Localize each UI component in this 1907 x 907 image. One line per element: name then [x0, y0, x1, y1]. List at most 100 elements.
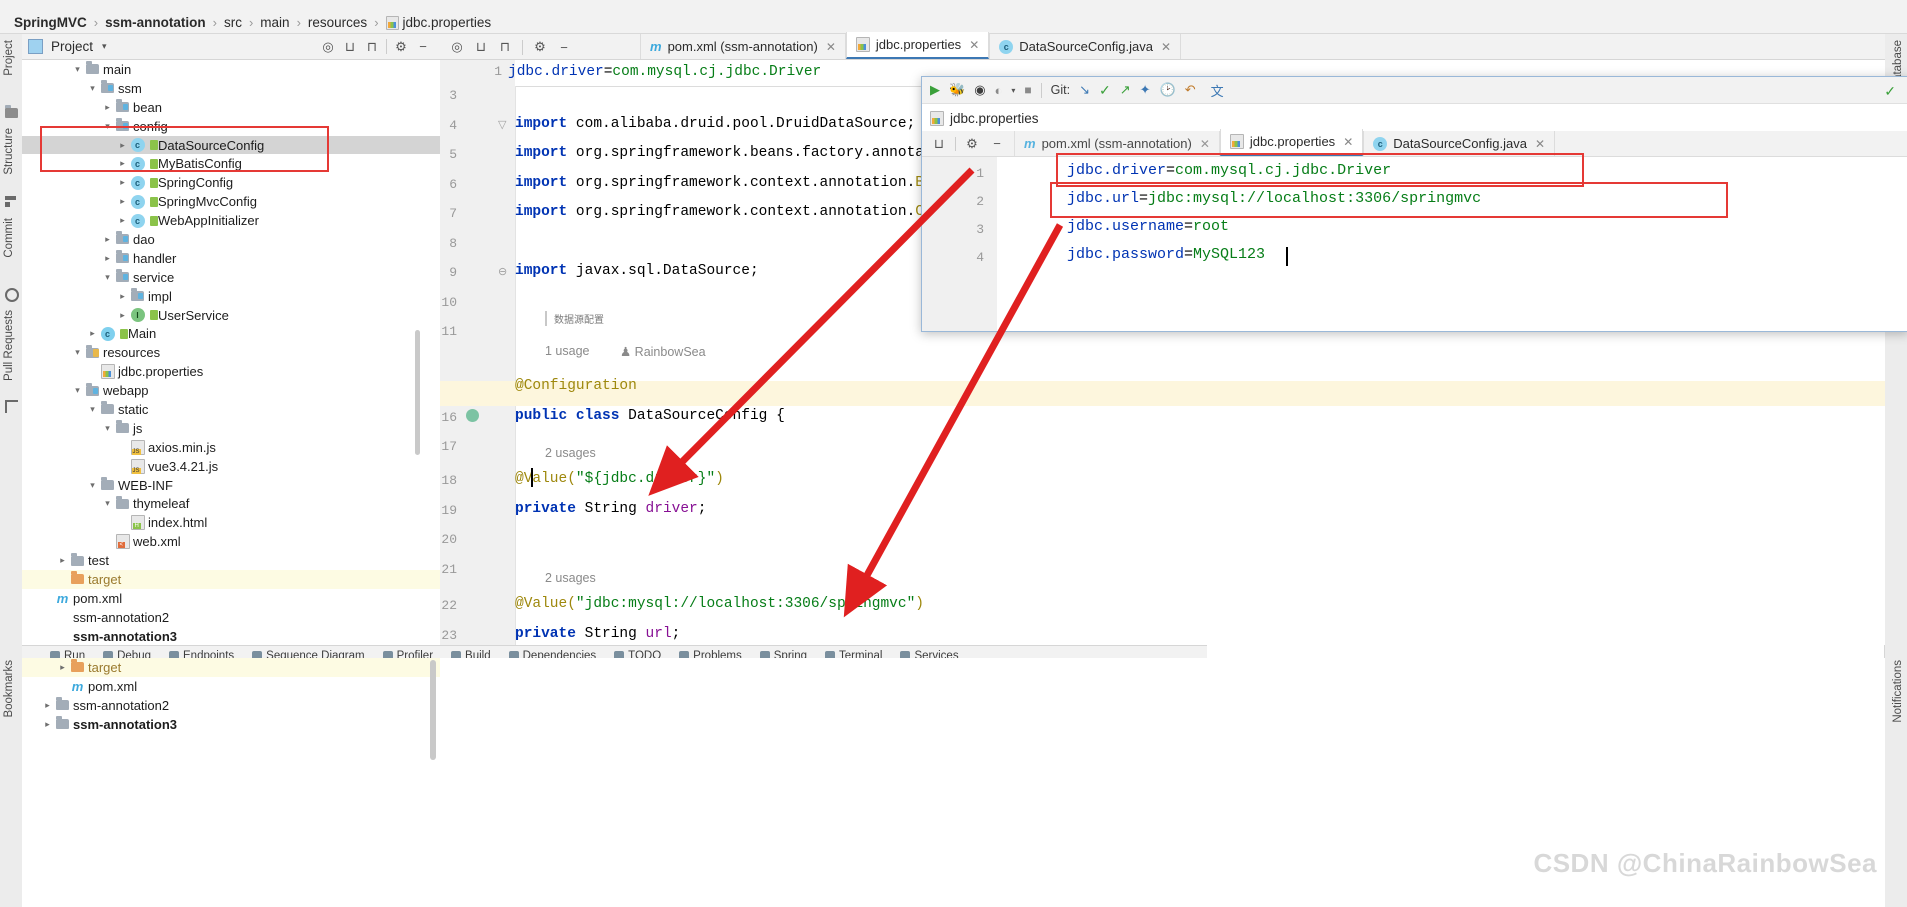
- breadcrumb-item-4[interactable]: resources: [308, 15, 367, 30]
- chevron-right-icon[interactable]: ▸: [56, 662, 69, 673]
- breadcrumb-item-1[interactable]: ssm-annotation: [105, 15, 206, 30]
- usage-count-driver[interactable]: 2 usages: [545, 446, 596, 460]
- chevron-down-icon[interactable]: ▾: [101, 498, 114, 509]
- editor-expand-icon[interactable]: ⊔: [470, 36, 492, 58]
- tree-row-pom-xml[interactable]: mpom.xml: [22, 677, 440, 696]
- chevron-down-icon[interactable]: ▾: [71, 385, 84, 396]
- editor-tab-jdbc-properties[interactable]: jdbc.properties ✕: [846, 32, 989, 59]
- rail-item-project[interactable]: Project: [3, 40, 15, 76]
- tree-row-webapp[interactable]: ▾webapp: [22, 381, 440, 400]
- collapse-all-icon[interactable]: ⊓: [361, 36, 383, 58]
- editor-tab-pom-xml[interactable]: m pom.xml (ssm-annotation) ✕: [640, 34, 846, 59]
- tree-row-js[interactable]: ▾js: [22, 419, 440, 438]
- tree-row-ssm-annotation2[interactable]: ssm-annotation2: [22, 608, 440, 627]
- tree-row-target[interactable]: target: [22, 570, 440, 589]
- editor-tab-datasourceconfig-java[interactable]: c DataSourceConfig.java ✕: [989, 34, 1181, 59]
- commit-icon[interactable]: ✓: [1099, 82, 1111, 99]
- hide-icon[interactable]: −: [412, 36, 434, 58]
- close-icon[interactable]: ✕: [826, 40, 836, 54]
- tree-row-springconfig[interactable]: ▸cSpringConfig: [22, 173, 440, 192]
- tree-row-index-html[interactable]: index.html: [22, 513, 440, 532]
- spring-bean-gutter-icon[interactable]: [466, 409, 479, 422]
- tree-row-axios-min-js[interactable]: axios.min.js: [22, 438, 440, 457]
- chevron-down-icon[interactable]: ▾: [102, 41, 107, 52]
- chevron-right-icon[interactable]: ▸: [101, 102, 114, 113]
- rail-item-notifications[interactable]: Notifications: [1892, 660, 1904, 723]
- secondary-project-tree[interactable]: ▸targetmpom.xml▸ssm-annotation2▸ssm-anno…: [22, 658, 441, 907]
- tree-row-dao[interactable]: ▸dao: [22, 230, 440, 249]
- code-fold-icon[interactable]: ⊖: [498, 265, 507, 278]
- push-icon[interactable]: ↗: [1120, 82, 1131, 98]
- tree-row-springmvcconfig[interactable]: ▸cSpringMvcConfig: [22, 192, 440, 211]
- profile-icon[interactable]: ◐: [995, 83, 1003, 98]
- tree-row-target[interactable]: ▸target: [22, 658, 440, 677]
- breadcrumb-item-5[interactable]: jdbc.properties: [403, 15, 492, 30]
- chevron-right-icon[interactable]: ▸: [101, 253, 114, 264]
- editor-collapse-icon[interactable]: ⊓: [494, 36, 516, 58]
- history-icon[interactable]: 🕑: [1160, 82, 1176, 98]
- collapse-icon[interactable]: ⊔: [928, 133, 950, 155]
- tree-row-impl[interactable]: ▸impl: [22, 287, 440, 306]
- rail-item-bookmarks[interactable]: Bookmarks: [3, 660, 15, 718]
- secondary-tree-scrollbar[interactable]: [430, 660, 436, 760]
- close-icon[interactable]: ✕: [969, 38, 979, 52]
- chevron-right-icon[interactable]: ▸: [41, 719, 54, 730]
- tree-row-thymeleaf[interactable]: ▾thymeleaf: [22, 494, 440, 513]
- chevron-down-icon[interactable]: ▾: [71, 64, 84, 75]
- editor-gutter[interactable]: 34▽56789⊖1011151617181920212223: [440, 86, 516, 645]
- tree-row-vue3-4-21-js[interactable]: vue3.4.21.js: [22, 457, 440, 476]
- stop-icon[interactable]: ■: [1024, 83, 1031, 97]
- tree-row-jdbc-properties[interactable]: jdbc.properties: [22, 362, 440, 381]
- chevron-down-icon[interactable]: ▾: [101, 423, 114, 434]
- tree-row-pom-xml[interactable]: mpom.xml: [22, 589, 440, 608]
- tree-row-ssm[interactable]: ▾ssm: [22, 79, 440, 98]
- code-author-inlay[interactable]: ♟ RainbowSea: [620, 344, 706, 359]
- rollback-icon[interactable]: ↶: [1185, 82, 1196, 98]
- branch-icon[interactable]: ✦: [1140, 82, 1151, 98]
- tree-row-userservice[interactable]: ▸IUserService: [22, 306, 440, 325]
- tree-row-ssm-annotation3[interactable]: ssm-annotation3: [22, 627, 440, 645]
- chevron-down-icon[interactable]: ▾: [86, 404, 99, 415]
- gear-icon[interactable]: ⚙: [961, 133, 983, 155]
- chevron-right-icon[interactable]: ▸: [41, 700, 54, 711]
- close-icon[interactable]: ✕: [1535, 137, 1545, 151]
- breadcrumb-item-0[interactable]: SpringMVC: [14, 15, 87, 30]
- tree-row-bean[interactable]: ▸bean: [22, 98, 440, 117]
- chevron-down-icon[interactable]: ▾: [101, 272, 114, 283]
- chevron-right-icon[interactable]: ▸: [116, 310, 129, 321]
- tree-row-main[interactable]: ▸cMain: [22, 324, 440, 343]
- usage-count-class[interactable]: 1 usage: [545, 344, 589, 358]
- tree-row-resources[interactable]: ▾resources: [22, 343, 440, 362]
- usage-count-url[interactable]: 2 usages: [545, 571, 596, 585]
- gear-icon[interactable]: ⚙: [390, 36, 412, 58]
- chevron-right-icon[interactable]: ▸: [56, 555, 69, 566]
- rail-item-structure[interactable]: Structure: [3, 128, 15, 175]
- chevron-right-icon[interactable]: ▸: [116, 215, 129, 226]
- close-icon[interactable]: ✕: [1343, 135, 1353, 149]
- tree-row-web-xml[interactable]: web.xml: [22, 532, 440, 551]
- chevron-down-icon[interactable]: ▾: [86, 480, 99, 491]
- popup-tab-jdbc-properties[interactable]: jdbc.properties ✕: [1220, 129, 1363, 156]
- minimize-icon[interactable]: −: [986, 133, 1008, 155]
- floating-editor-window[interactable]: ▶ 🐝 ◉ ◐ ▾ ■ Git: ↘ ✓ ↗ ✦ 🕑 ↶ 文 ✓ jdbc.pr…: [921, 76, 1907, 332]
- locate-icon[interactable]: ◎: [317, 36, 339, 58]
- tree-row-main[interactable]: ▾main: [22, 60, 440, 79]
- tree-row-service[interactable]: ▾service: [22, 268, 440, 287]
- chevron-right-icon[interactable]: ▸: [101, 234, 114, 245]
- rail-item-commit[interactable]: Commit: [3, 218, 15, 258]
- tree-row-web-inf[interactable]: ▾WEB-INF: [22, 476, 440, 495]
- expand-all-icon[interactable]: ⊔: [339, 36, 361, 58]
- hide-icon[interactable]: −: [553, 36, 575, 58]
- code-fold-icon[interactable]: ▽: [498, 118, 506, 131]
- gear-icon[interactable]: ⚙: [529, 36, 551, 58]
- chevron-right-icon[interactable]: ▸: [116, 291, 129, 302]
- tree-row-ssm-annotation3[interactable]: ▸ssm-annotation3: [22, 715, 440, 734]
- tree-row-test[interactable]: ▸test: [22, 551, 440, 570]
- translate-icon[interactable]: 文: [1211, 81, 1224, 100]
- chevron-right-icon[interactable]: ▸: [116, 196, 129, 207]
- chevron-down-icon[interactable]: ▾: [71, 347, 84, 358]
- breadcrumb-item-3[interactable]: main: [260, 15, 289, 30]
- coverage-icon[interactable]: ◉: [974, 82, 985, 98]
- tree-row-ssm-annotation2[interactable]: ▸ssm-annotation2: [22, 696, 440, 715]
- run-icon[interactable]: ▶: [930, 82, 940, 98]
